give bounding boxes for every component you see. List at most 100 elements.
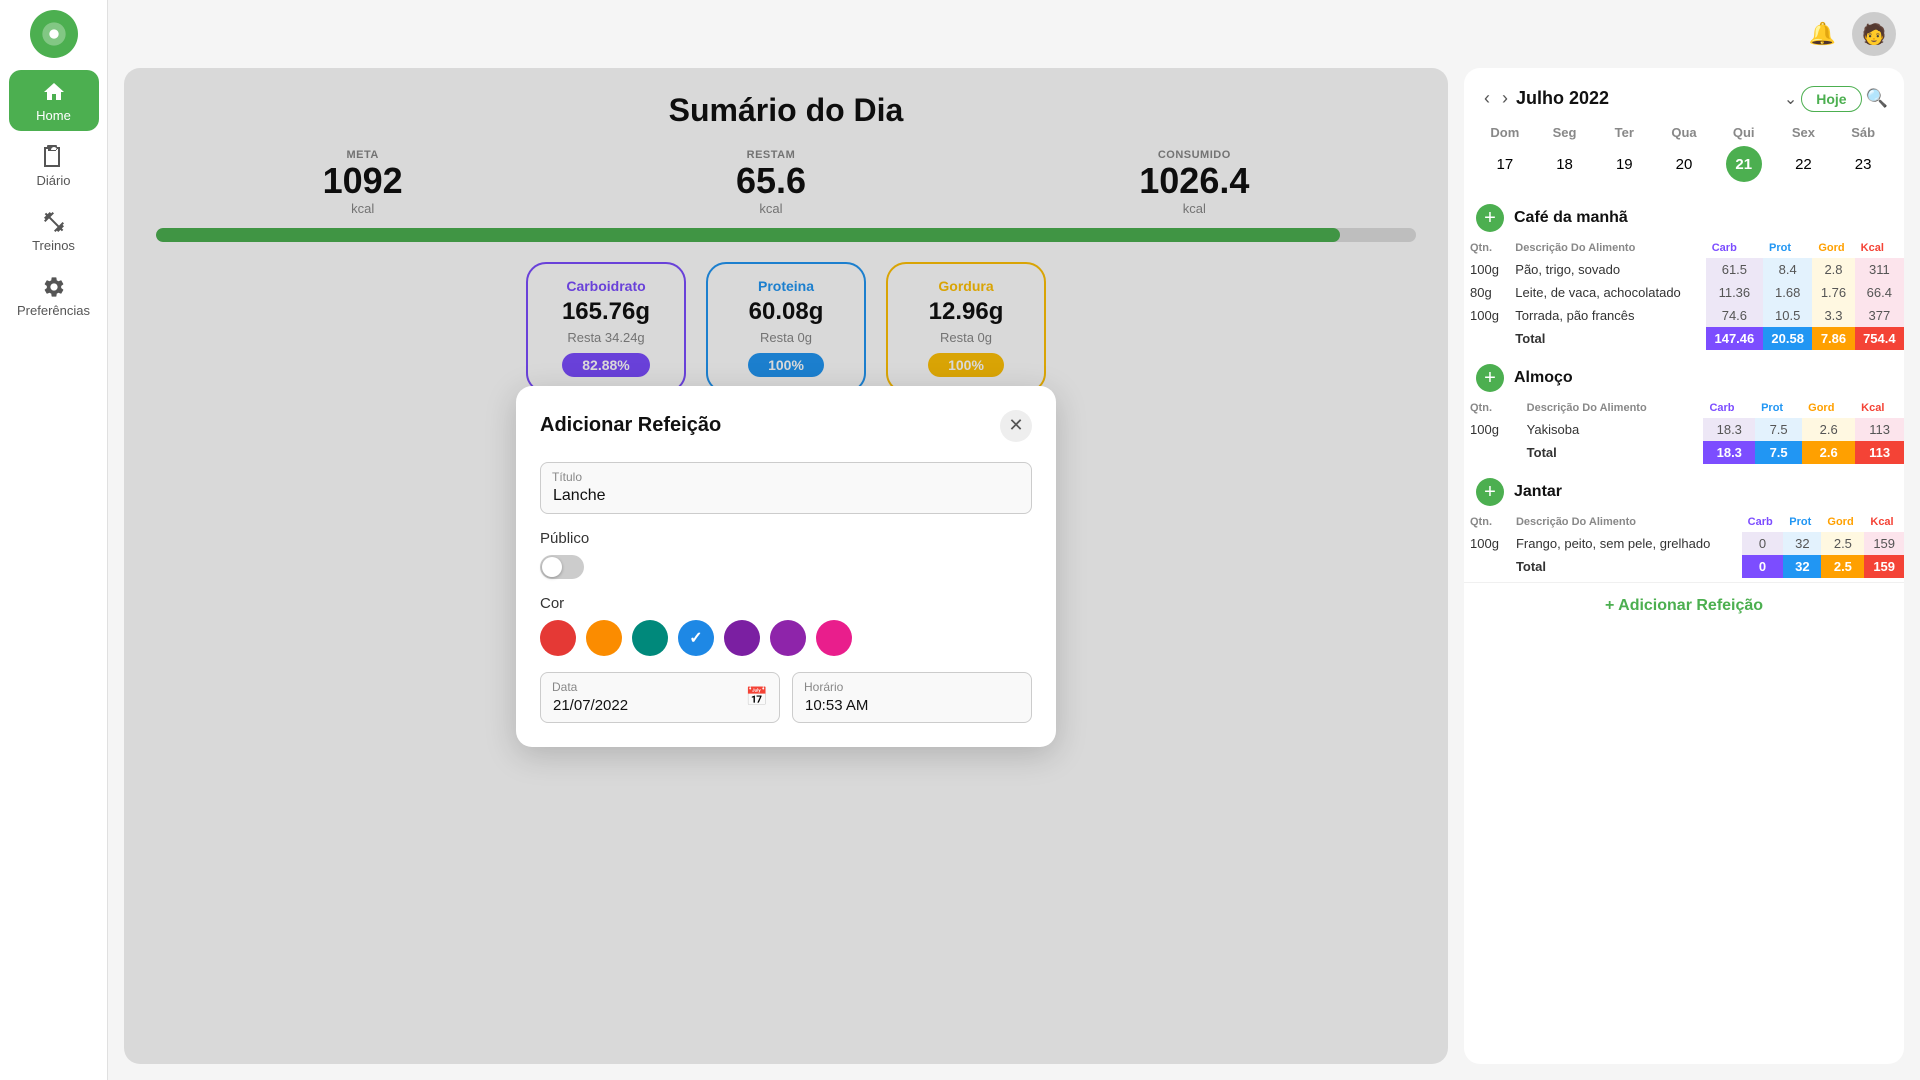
cal-header-sab: Sáb bbox=[1834, 121, 1892, 144]
sidebar-item-treinos[interactable]: Treinos bbox=[9, 200, 99, 261]
modal-close-button[interactable]: ✕ bbox=[1000, 410, 1032, 442]
modal-overlay: Adicionar Refeição ✕ Título Público bbox=[124, 68, 1448, 1064]
meals-container: + Café da manhã Qtn. Descrição Do Alimen… bbox=[1464, 194, 1904, 1064]
cal-day-19[interactable]: 19 bbox=[1606, 146, 1642, 182]
data-label: Data bbox=[552, 680, 577, 694]
data-field: Data 📅 bbox=[540, 672, 780, 723]
th-carb-jantar: Carb bbox=[1742, 512, 1784, 532]
table-row: 100g Frango, peito, sem pele, grelhado 0… bbox=[1464, 532, 1904, 555]
th-carb: Carb bbox=[1706, 238, 1763, 258]
color-blue[interactable] bbox=[678, 620, 714, 656]
publico-toggle[interactable] bbox=[540, 555, 584, 579]
cal-day-18[interactable]: 18 bbox=[1547, 146, 1583, 182]
th-prot-jantar: Prot bbox=[1783, 512, 1821, 532]
cal-day-22[interactable]: 22 bbox=[1785, 146, 1821, 182]
th-qtn: Qtn. bbox=[1464, 238, 1509, 258]
toggle-thumb bbox=[542, 557, 562, 577]
th-prot-almoco: Prot bbox=[1755, 398, 1802, 418]
main-wrapper: 🔔 🧑 Sumário do Dia META 1092 kcal RESTAM… bbox=[108, 0, 1920, 1080]
meal-almoco-add-button[interactable]: + bbox=[1476, 364, 1504, 392]
cal-today-button[interactable]: Hoje bbox=[1801, 86, 1861, 112]
date-time-row: Data 📅 Horário bbox=[540, 672, 1032, 723]
th-kcal: Kcal bbox=[1855, 238, 1904, 258]
sidebar-item-diario[interactable]: Diário bbox=[9, 135, 99, 196]
add-refeicao-modal: Adicionar Refeição ✕ Título Público bbox=[516, 386, 1056, 747]
cal-header-seg: Seg bbox=[1536, 121, 1594, 144]
sidebar-item-label-preferencias: Preferências bbox=[17, 303, 90, 318]
sidebar-item-label-home: Home bbox=[36, 108, 71, 123]
th-qtn-jantar: Qtn. bbox=[1464, 512, 1510, 532]
cal-header-dom: Dom bbox=[1476, 121, 1534, 144]
sidebar-item-home[interactable]: Home bbox=[9, 70, 99, 131]
publico-section: Público bbox=[540, 530, 1032, 579]
color-purple[interactable] bbox=[724, 620, 760, 656]
th-kcal-almoco: Kcal bbox=[1855, 398, 1904, 418]
right-panel: ‹ › Julho 2022 ⌄ Hoje 🔍 Dom Seg Ter Qua … bbox=[1464, 68, 1904, 1064]
th-gord-almoco: Gord bbox=[1802, 398, 1855, 418]
cal-month-year: Julho 2022 bbox=[1516, 88, 1780, 109]
meal-jantar-table: Qtn. Descrição Do Alimento Carb Prot Gor… bbox=[1464, 512, 1904, 578]
cal-prev-button[interactable]: ‹ bbox=[1480, 84, 1494, 113]
total-row-almoco: Total 18.3 7.5 2.6 113 bbox=[1464, 441, 1904, 464]
cal-header-qui: Qui bbox=[1715, 121, 1773, 144]
sidebar-item-preferencias[interactable]: Preferências bbox=[9, 265, 99, 326]
modal-title: Adicionar Refeição bbox=[540, 414, 721, 437]
th-desc-cafe: Descrição Do Alimento bbox=[1509, 238, 1705, 258]
meal-jantar-header: + Jantar bbox=[1464, 468, 1904, 512]
meal-cafe-name: Café da manhã bbox=[1514, 209, 1628, 227]
color-pink[interactable] bbox=[816, 620, 852, 656]
cal-next-button[interactable]: › bbox=[1498, 84, 1512, 113]
titulo-label: Título bbox=[552, 470, 582, 484]
th-carb-almoco: Carb bbox=[1703, 398, 1755, 418]
table-row: 100g Pão, trigo, sovado 61.5 8.4 2.8 311 bbox=[1464, 258, 1904, 281]
color-green[interactable] bbox=[632, 620, 668, 656]
main-card: Sumário do Dia META 1092 kcal RESTAM 65.… bbox=[124, 68, 1448, 1064]
cal-search-button[interactable]: 🔍 bbox=[1866, 88, 1888, 109]
horario-label: Horário bbox=[804, 680, 843, 694]
th-qtn-almoco: Qtn. bbox=[1464, 398, 1521, 418]
cal-day-23[interactable]: 23 bbox=[1845, 146, 1881, 182]
cor-label: Cor bbox=[540, 595, 1032, 612]
sidebar-item-label-treinos: Treinos bbox=[32, 238, 75, 253]
total-row-cafe: Total 147.46 20.58 7.86 754.4 bbox=[1464, 327, 1904, 350]
app-logo bbox=[30, 10, 78, 58]
cal-day-20[interactable]: 20 bbox=[1666, 146, 1702, 182]
cal-dropdown-button[interactable]: ⌄ bbox=[1784, 89, 1797, 109]
add-refeicao-button[interactable]: + Adicionar Refeição bbox=[1464, 582, 1904, 629]
meal-almoco-header: + Almoço bbox=[1464, 354, 1904, 398]
calendar-grid: Dom Seg Ter Qua Qui Sex Sáb 17 18 19 20 … bbox=[1464, 121, 1904, 194]
calendar-icon: 📅 bbox=[746, 687, 768, 708]
total-row-jantar: Total 0 32 2.5 159 bbox=[1464, 555, 1904, 578]
titulo-field: Título bbox=[540, 462, 1032, 514]
meal-almoco-table: Qtn. Descrição Do Alimento Carb Prot Gor… bbox=[1464, 398, 1904, 464]
modal-header: Adicionar Refeição ✕ bbox=[540, 410, 1032, 442]
cal-day-17[interactable]: 17 bbox=[1487, 146, 1523, 182]
horario-field: Horário bbox=[792, 672, 1032, 723]
meal-cafe-header: + Café da manhã bbox=[1464, 194, 1904, 238]
avatar[interactable]: 🧑 bbox=[1852, 12, 1896, 56]
notification-bell-icon[interactable]: 🔔 bbox=[1809, 21, 1836, 47]
content-area: Sumário do Dia META 1092 kcal RESTAM 65.… bbox=[108, 68, 1920, 1080]
th-gord: Gord bbox=[1812, 238, 1854, 258]
color-violet[interactable] bbox=[770, 620, 806, 656]
top-bar: 🔔 🧑 bbox=[108, 0, 1920, 68]
cal-header-qua: Qua bbox=[1655, 121, 1713, 144]
th-desc-almoco: Descrição Do Alimento bbox=[1521, 398, 1704, 418]
color-row bbox=[540, 620, 1032, 656]
color-orange[interactable] bbox=[586, 620, 622, 656]
cal-day-21[interactable]: 21 bbox=[1726, 146, 1762, 182]
calendar-header: ‹ › Julho 2022 ⌄ Hoje 🔍 bbox=[1464, 68, 1904, 121]
cal-header-ter: Ter bbox=[1595, 121, 1653, 144]
meal-cafe: + Café da manhã Qtn. Descrição Do Alimen… bbox=[1464, 194, 1904, 350]
th-gord-jantar: Gord bbox=[1821, 512, 1864, 532]
meal-jantar-add-button[interactable]: + bbox=[1476, 478, 1504, 506]
meal-cafe-add-button[interactable]: + bbox=[1476, 204, 1504, 232]
titulo-input[interactable] bbox=[540, 462, 1032, 514]
meal-cafe-table: Qtn. Descrição Do Alimento Carb Prot Gor… bbox=[1464, 238, 1904, 350]
cor-section: Cor bbox=[540, 595, 1032, 656]
th-kcal-jantar: Kcal bbox=[1864, 512, 1904, 532]
color-red[interactable] bbox=[540, 620, 576, 656]
table-row: 80g Leite, de vaca, achocolatado 11.36 1… bbox=[1464, 281, 1904, 304]
publico-label: Público bbox=[540, 530, 1032, 547]
meal-jantar-name: Jantar bbox=[1514, 483, 1562, 501]
